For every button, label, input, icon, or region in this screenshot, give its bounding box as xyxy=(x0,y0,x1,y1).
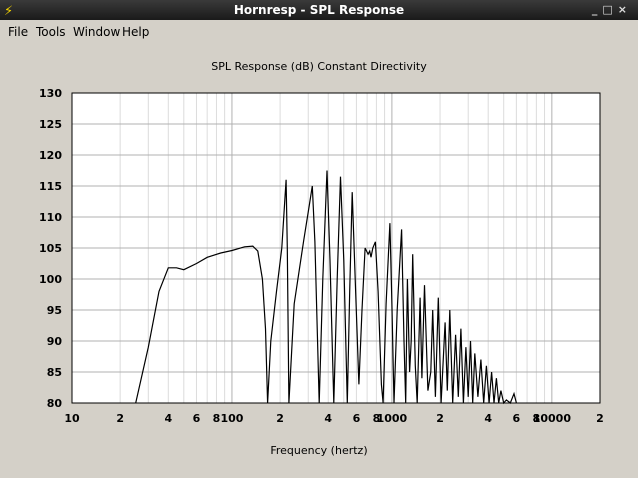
y-tick-label: 100 xyxy=(39,273,62,286)
y-tick-label: 90 xyxy=(47,335,63,348)
x-tick-label: 2 xyxy=(436,412,444,425)
y-tick-label: 110 xyxy=(39,211,62,224)
y-tick-label: 80 xyxy=(47,397,63,410)
x-tick-label: 10 xyxy=(64,412,80,425)
y-tick-label: 95 xyxy=(47,304,62,317)
y-tick-label: 120 xyxy=(39,149,62,162)
x-tick-label: 10000 xyxy=(533,412,572,425)
y-tick-label: 130 xyxy=(39,87,62,100)
y-tick-label: 105 xyxy=(39,242,62,255)
x-tick-label: 6 xyxy=(193,412,201,425)
x-tick-label: 4 xyxy=(484,412,492,425)
x-tick-label: 100 xyxy=(220,412,243,425)
x-tick-label: 4 xyxy=(324,412,332,425)
y-tick-label: 85 xyxy=(47,366,62,379)
x-tick-label: 2 xyxy=(276,412,284,425)
x-tick-label: 1000 xyxy=(377,412,408,425)
x-tick-label: 4 xyxy=(164,412,172,425)
x-tick-label: 6 xyxy=(353,412,361,425)
x-tick-label: 6 xyxy=(513,412,521,425)
y-tick-label: 125 xyxy=(39,118,62,131)
x-tick-label: 8 xyxy=(213,412,221,425)
spl-chart: 1301251201151101051009590858010 2 4 6 8 100 2 4… xyxy=(39,87,604,425)
x-tick-label: 2 xyxy=(116,412,124,425)
y-tick-label: 115 xyxy=(39,180,62,193)
x-tick-label: 2 xyxy=(596,412,604,425)
